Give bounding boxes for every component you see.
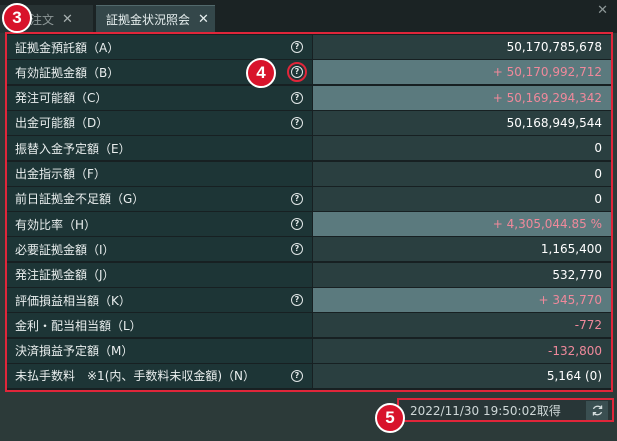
table-row: 出金指示額（F） 0 [6,161,611,186]
retrieved-timestamp: 2022/11/30 19:50:02取得 [410,403,561,418]
tab-margin-status[interactable]: 証拠金状況照会 ✕ [96,5,215,33]
help-icon[interactable]: ? [291,218,303,231]
table-row: 振替入金予定額（E） 0 [6,136,611,161]
row-label: 発注可能額（C） [6,85,312,110]
help-icon[interactable]: ? [291,294,303,306]
tab-margin-status-close-icon[interactable]: ✕ [198,12,209,27]
row-label: 金利・配当相当額（L） [6,313,312,338]
table-row: 評価損益相当額（K）? + 345,770 [6,288,611,312]
table-row: 未払手数料 ※1(内、手数料未収金額)（N）? 5,164 (0) [6,363,611,388]
row-value: 50,170,785,678 [313,35,611,59]
tab-order-close-icon[interactable]: ✕ [62,12,73,27]
tab-bar: 注文 ✕ 証拠金状況照会 ✕ ✕ [0,0,617,33]
row-label: 出金指示額（F） [6,161,312,186]
callout-5: 5 [375,403,405,433]
row-value: + 50,169,294,342 [313,85,611,110]
table-row: 有効比率（H）? + 4,305,044.85 % [6,212,611,237]
row-label: 前日証拠金不足額（G） [6,186,312,211]
row-label: 必要証拠金額（I） [6,237,312,262]
help-icon[interactable]: ? [291,369,303,382]
margin-status-table: 証拠金預託額（A）? 50,170,785,678 有効証拠金額（B）? + 50,1… [5,33,613,391]
row-value: -772 [313,313,611,338]
row-label: 未払手数料 ※1(内、手数料未収金額)（N） [6,363,312,388]
callout-3: 3 [2,3,32,33]
row-label: 発注証拠金額（J） [6,262,312,287]
table-row: 発注可能額（C）? + 50,169,294,342 [6,85,611,110]
table-row: 決済損益予定額（M） -132,800 [6,338,611,363]
row-label: 出金可能額（D） [6,110,312,135]
callout-4: 4 [246,58,276,88]
refresh-icon [592,405,602,416]
help-icon[interactable]: ? [291,41,303,53]
tab-margin-status-label: 証拠金状況照会 [106,13,191,27]
row-label: 証拠金預託額（A） [6,35,312,59]
table-row: 金利・配当相当額（L） -772 [6,313,611,338]
row-value: + 345,770 [313,288,611,312]
help-icon[interactable]: ? [291,91,303,104]
row-value: -132,800 [313,338,611,363]
table-row: 必要証拠金額（I）? 1,165,400 [6,237,611,262]
row-label: 振替入金予定額（E） [6,136,312,161]
table-row: 発注証拠金額（J） 532,770 [6,262,611,287]
row-value: + 4,305,044.85 % [313,212,611,237]
row-label: 決済損益予定額（M） [6,338,312,363]
table-row: 前日証拠金不足額（G）? 0 [6,186,611,211]
row-value: 50,168,949,544 [313,110,611,135]
help-icon[interactable]: ? [291,116,303,129]
row-value: + 50,170,992,712 [313,60,611,85]
row-value: 1,165,400 [313,237,611,262]
row-value: 0 [313,186,611,211]
table-row: 有効証拠金額（B）? + 50,170,992,712 [6,60,611,85]
refresh-button[interactable] [586,401,608,420]
row-value: 5,164 (0) [313,363,611,388]
row-label: 評価損益相当額（K） [6,288,312,312]
table-row: 出金可能額（D）? 50,168,949,544 [6,110,611,135]
table-row: 証拠金預託額（A）? 50,170,785,678 [6,35,611,59]
row-value: 0 [313,161,611,186]
row-value: 532,770 [313,262,611,287]
help-icon[interactable]: ? [291,192,303,205]
window-close-icon[interactable]: ✕ [597,3,608,18]
footer-timestamp-box: 2022/11/30 19:50:02取得 [397,398,614,422]
tab-order-label: 注文 [30,12,55,27]
row-label: 有効比率（H） [6,212,312,237]
row-value: 0 [313,136,611,161]
